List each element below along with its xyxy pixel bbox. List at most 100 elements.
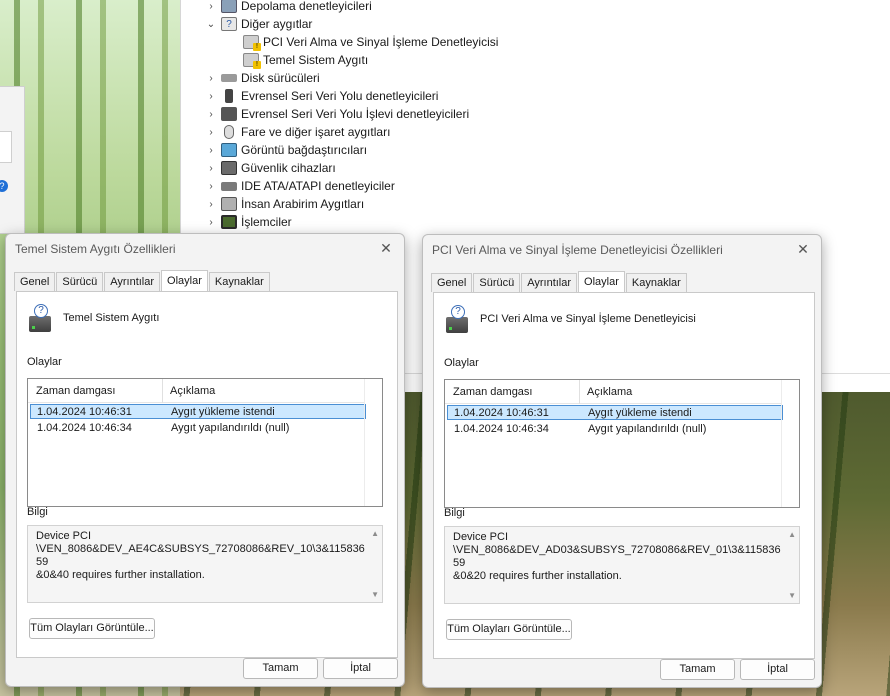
info-label: Bilgi: [27, 506, 48, 518]
tree-item-ide-controllers[interactable]: › IDE ATA/ATAPI denetleyiciler: [205, 177, 395, 195]
scroll-up-icon[interactable]: ▲: [788, 530, 796, 539]
tree-item-base-system-device[interactable]: Temel Sistem Aygıtı: [239, 51, 368, 69]
event-desc: Aygıt yükleme istendi: [171, 406, 275, 418]
scroll-down-icon[interactable]: ▼: [788, 591, 796, 600]
tree-item-label: İnsan Arabirim Aygıtları: [241, 197, 365, 211]
chevron-right-icon[interactable]: ›: [205, 217, 217, 228]
event-row[interactable]: 1.04.2024 10:46:34 Aygıt yapılandırıldı …: [447, 422, 783, 437]
ok-button[interactable]: Tamam: [243, 658, 318, 679]
tree-item-mice[interactable]: › Fare ve diğer işaret aygıtları: [205, 123, 390, 141]
tree-item-label: Temel Sistem Aygıtı: [263, 53, 369, 67]
chevron-down-icon[interactable]: ⌄: [205, 19, 217, 30]
event-desc: Aygıt yükleme istendi: [588, 407, 692, 419]
usb-function-icon: [221, 107, 237, 121]
tab-general[interactable]: Genel: [431, 273, 473, 292]
tab-strip: Genel Sürücü Ayrıntılar Olaylar Kaynakla…: [14, 270, 271, 291]
tree-item-processors[interactable]: › İşlemciler: [205, 213, 292, 231]
event-time: 1.04.2024 10:46:31: [454, 407, 549, 419]
tab-events[interactable]: Olaylar: [161, 270, 208, 291]
tree-item-security-devices[interactable]: › Güvenlik cihazları: [205, 159, 336, 177]
device-icon: ?: [27, 304, 53, 334]
tree-item-label: Disk sürücüleri: [241, 71, 320, 85]
event-desc: Aygıt yapılandırıldı (null): [588, 423, 707, 435]
event-time: 1.04.2024 10:46:34: [37, 422, 132, 434]
chevron-right-icon[interactable]: ›: [205, 109, 217, 120]
tree-item-label: Evrensel Seri Veri Yolu denetleyicileri: [241, 89, 439, 103]
tab-general[interactable]: Genel: [14, 272, 56, 291]
device-icon: ?: [444, 305, 470, 335]
view-all-events-button[interactable]: Tüm Olayları Görüntüle...: [29, 618, 155, 639]
info-label: Bilgi: [444, 507, 465, 519]
chevron-right-icon[interactable]: ›: [205, 91, 217, 102]
tree-item-pci-data-acquisition[interactable]: PCI Veri Alma ve Sinyal İşleme Denetleyi…: [239, 33, 498, 51]
storage-controller-icon: [221, 0, 237, 13]
tab-driver[interactable]: Sürücü: [56, 272, 104, 291]
event-row[interactable]: 1.04.2024 10:46:31 Aygıt yükleme istendi: [30, 404, 366, 419]
ok-button[interactable]: Tamam: [660, 659, 735, 680]
background-window-fragment: ?: [0, 86, 25, 234]
chevron-right-icon[interactable]: ›: [205, 145, 217, 156]
tree-item-usb-function-controllers[interactable]: › Evrensel Seri Veri Yolu İşlevi denetle…: [205, 105, 469, 123]
tab-resources[interactable]: Kaynaklar: [625, 273, 687, 292]
column-header-timestamp[interactable]: Zaman damgası: [453, 386, 532, 398]
info-text: Device PCI \VEN_8086&DEV_AE4C&SUBSYS_727…: [36, 530, 365, 581]
column-header-timestamp[interactable]: Zaman damgası: [36, 385, 115, 397]
chevron-right-icon[interactable]: ›: [205, 199, 217, 210]
column-header-description[interactable]: Açıklama: [170, 385, 215, 397]
tree-item-usb-controllers[interactable]: › Evrensel Seri Veri Yolu denetleyiciler…: [205, 87, 438, 105]
device-name: PCI Veri Alma ve Sinyal İşleme Denetleyi…: [480, 313, 696, 325]
chevron-right-icon[interactable]: ›: [205, 73, 217, 84]
tree-item-label: IDE ATA/ATAPI denetleyiciler: [241, 179, 395, 193]
events-list-header: Zaman damgası Açıklama: [445, 380, 781, 404]
background-input-fragment[interactable]: [0, 131, 12, 163]
usb-icon: [225, 89, 233, 103]
chevron-right-icon[interactable]: ›: [205, 163, 217, 174]
mouse-icon: [224, 125, 234, 139]
device-name: Temel Sistem Aygıtı: [63, 312, 160, 324]
chevron-right-icon[interactable]: ›: [205, 1, 217, 12]
scroll-up-icon[interactable]: ▲: [371, 529, 379, 538]
info-textbox[interactable]: Device PCI \VEN_8086&DEV_AD03&SUBSYS_727…: [444, 526, 800, 604]
help-icon[interactable]: ?: [0, 180, 8, 192]
tab-panel: ? Temel Sistem Aygıtı Olaylar Zaman damg…: [16, 291, 398, 658]
tab-panel: ? PCI Veri Alma ve Sinyal İşleme Denetle…: [433, 292, 815, 659]
events-list[interactable]: Zaman damgası Açıklama 1.04.2024 10:46:3…: [444, 379, 800, 508]
event-desc: Aygıt yapılandırıldı (null): [171, 422, 290, 434]
tree-item-disk-drives[interactable]: › Disk sürücüleri: [205, 69, 320, 87]
chevron-right-icon[interactable]: ›: [205, 181, 217, 192]
tree-item-storage-controllers[interactable]: › Depolama denetleyicileri: [205, 0, 372, 15]
view-all-events-button[interactable]: Tüm Olayları Görüntüle...: [446, 619, 572, 640]
warning-device-icon: [243, 53, 261, 69]
column-header-description[interactable]: Açıklama: [587, 386, 632, 398]
events-list[interactable]: Zaman damgası Açıklama 1.04.2024 10:46:3…: [27, 378, 383, 507]
tab-events[interactable]: Olaylar: [578, 271, 625, 292]
tab-driver[interactable]: Sürücü: [473, 273, 521, 292]
tree-item-label: Diğer aygıtlar: [241, 17, 313, 31]
event-row[interactable]: 1.04.2024 10:46:34 Aygıt yapılandırıldı …: [30, 421, 366, 436]
events-label: Olaylar: [27, 356, 62, 368]
tree-item-hid[interactable]: › İnsan Arabirim Aygıtları: [205, 195, 364, 213]
chevron-right-icon[interactable]: ›: [205, 127, 217, 138]
scroll-down-icon[interactable]: ▼: [371, 590, 379, 599]
close-icon[interactable]: ✕: [793, 239, 813, 259]
info-textbox[interactable]: Device PCI \VEN_8086&DEV_AE4C&SUBSYS_727…: [27, 525, 383, 603]
events-label: Olaylar: [444, 357, 479, 369]
tree-item-other-devices[interactable]: ⌄ ? Diğer aygıtlar: [205, 15, 312, 33]
warning-device-icon: [243, 35, 261, 51]
events-list-scrollbar[interactable]: [364, 379, 382, 506]
tab-details[interactable]: Ayrıntılar: [104, 272, 161, 291]
events-list-scrollbar[interactable]: [781, 380, 799, 507]
close-icon[interactable]: ✕: [376, 238, 396, 258]
display-adapter-icon: [221, 143, 237, 157]
dialog-title: PCI Veri Alma ve Sinyal İşleme Denetleyi…: [432, 243, 723, 257]
info-text: Device PCI \VEN_8086&DEV_AD03&SUBSYS_727…: [453, 531, 781, 582]
events-list-header: Zaman damgası Açıklama: [28, 379, 364, 403]
tab-resources[interactable]: Kaynaklar: [208, 272, 270, 291]
cancel-button[interactable]: İptal: [323, 658, 398, 679]
tree-item-display-adapters[interactable]: › Görüntü bağdaştırıcıları: [205, 141, 367, 159]
cancel-button[interactable]: İptal: [740, 659, 815, 680]
disk-drive-icon: [221, 74, 237, 82]
tree-item-label: Evrensel Seri Veri Yolu İşlevi denetleyi…: [241, 107, 470, 121]
event-row[interactable]: 1.04.2024 10:46:31 Aygıt yükleme istendi: [447, 405, 783, 420]
tab-details[interactable]: Ayrıntılar: [521, 273, 578, 292]
